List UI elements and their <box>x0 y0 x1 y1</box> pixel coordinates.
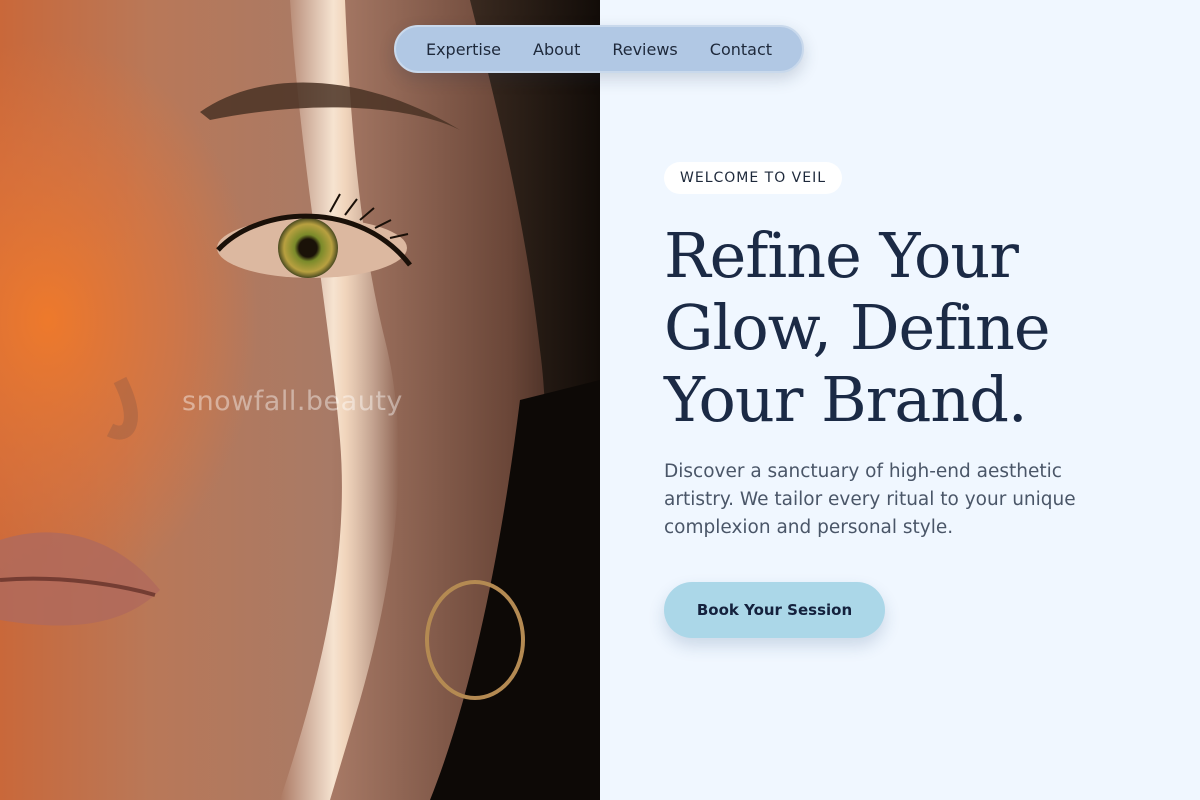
welcome-badge: WELCOME TO VEIL <box>664 162 843 194</box>
nav-link-about[interactable]: About <box>533 40 580 59</box>
landing-page: snowfall.beauty Expertise About Reviews … <box>0 0 1200 800</box>
hero-portrait-image: snowfall.beauty <box>0 0 600 800</box>
headline-line-2: Glow, Define <box>664 291 1051 364</box>
headline-line-1: Refine Your <box>664 219 1019 292</box>
nav-link-expertise[interactable]: Expertise <box>426 40 501 59</box>
image-watermark-text: snowfall.beauty <box>182 386 403 417</box>
hero-headline: Refine Your Glow, Define Your Brand. <box>664 220 1164 436</box>
book-session-button[interactable]: Book Your Session <box>664 582 885 638</box>
nav-link-reviews[interactable]: Reviews <box>612 40 677 59</box>
hero-description: Discover a sanctuary of high-end aesthet… <box>664 461 1076 538</box>
nav-link-contact[interactable]: Contact <box>710 40 772 59</box>
headline-line-3: Your Brand. <box>664 363 1028 436</box>
top-navigation: Expertise About Reviews Contact <box>394 25 804 73</box>
